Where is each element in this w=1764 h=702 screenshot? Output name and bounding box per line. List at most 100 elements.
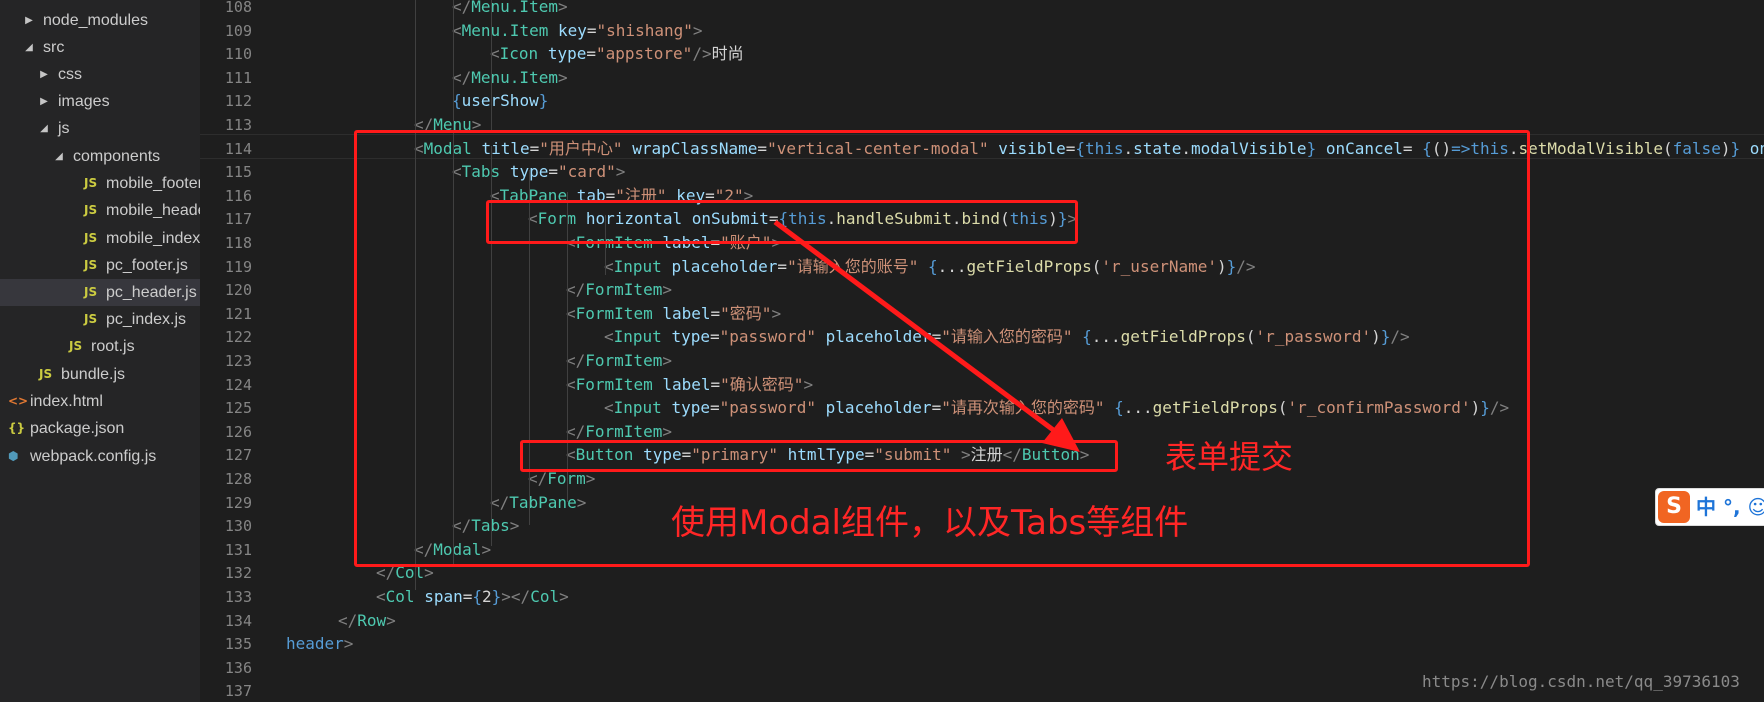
code-token: "shishang": [596, 20, 693, 40]
chevron-down-icon[interactable]: ◢: [38, 115, 50, 142]
js-file-icon: JS: [84, 258, 98, 272]
line-number: 114: [224, 139, 252, 158]
explorer-item[interactable]: ◢ components: [0, 143, 200, 170]
line-number: 137: [224, 682, 252, 701]
line-number: 110: [224, 45, 252, 64]
code-line[interactable]: {userShow}: [452, 89, 548, 113]
explorer-item-label: pc_index.js: [106, 311, 187, 328]
explorer-item[interactable]: {} package.json: [0, 415, 200, 442]
explorer-item-label: package.json: [30, 420, 125, 437]
code-token: Col: [530, 587, 560, 606]
chevron-right-icon[interactable]: ▶: [23, 7, 35, 34]
explorer-item[interactable]: JS pc_index.js: [0, 306, 200, 333]
chevron-right-icon[interactable]: ▶: [38, 61, 50, 88]
line-number: 135: [224, 635, 252, 654]
code-token: =: [586, 20, 597, 40]
explorer-item[interactable]: ▶ css: [0, 61, 200, 88]
line-number: 124: [224, 375, 252, 394]
chevron-right-icon[interactable]: ▶: [38, 88, 50, 115]
ime-status[interactable]: 中 °, ☺: [1696, 489, 1764, 525]
explorer-item-label: css: [58, 66, 82, 83]
explorer-item-label: images: [58, 93, 110, 110]
line-number: 120: [224, 281, 252, 300]
line-number: 122: [224, 328, 252, 347]
code-line[interactable]: header>: [286, 632, 353, 656]
code-token: Icon: [499, 44, 539, 64]
js-file-icon: JS: [84, 312, 98, 326]
code-token: <: [376, 587, 386, 606]
explorer-item[interactable]: ◢ js: [0, 115, 200, 142]
explorer-item[interactable]: ▶ node_modules: [0, 7, 200, 34]
code-token: />: [692, 44, 712, 64]
explorer-item[interactable]: ▶ images: [0, 88, 200, 115]
js-file-icon: JS: [84, 176, 98, 190]
explorer-item-label: index.html: [30, 393, 103, 410]
ime-toolbar[interactable]: S 中 °, ☺: [1655, 488, 1764, 526]
code-line[interactable]: </Row>: [338, 609, 396, 633]
line-number: 113: [224, 116, 252, 134]
code-token: >: [343, 634, 354, 654]
code-token: 2: [482, 587, 492, 606]
line-number: 123: [224, 352, 252, 370]
explorer-item-label: mobile_header.js: [106, 202, 200, 219]
line-number: 119: [224, 257, 252, 276]
explorer-item-label: js: [58, 120, 70, 137]
code-token: {: [472, 587, 482, 606]
line-number: 126: [224, 422, 252, 441]
code-token: }: [1730, 138, 1741, 158]
line-number: 134: [224, 611, 252, 630]
sogou-logo-icon: S: [1658, 491, 1690, 523]
code-token: }: [491, 587, 502, 606]
line-number: 108: [224, 0, 252, 16]
code-line[interactable]: </Menu.Item>: [452, 66, 568, 90]
line-number: 111: [224, 68, 252, 87]
line-number-gutter: 108 109 110 111 112 113 114 115 116 117 118 119 120 1…: [200, 0, 270, 702]
explorer-item-label: mobile_footer.js: [106, 175, 200, 192]
explorer-item-label: src: [43, 39, 65, 56]
code-line[interactable]: <Icon type="appstore"/>时尚: [490, 42, 744, 66]
explorer-item[interactable]: JS mobile_index.js: [0, 225, 200, 252]
code-token: span: [424, 587, 463, 606]
code-token: >: [557, 0, 568, 16]
explorer-item-label: components: [73, 148, 161, 165]
chevron-down-icon[interactable]: ◢: [23, 34, 35, 61]
code-token: header: [286, 634, 344, 654]
explorer-item-label: root.js: [91, 338, 135, 355]
code-token: userShow: [461, 91, 539, 111]
explorer-item[interactable]: JS mobile_footer.js: [0, 170, 200, 197]
line-number: 109: [224, 21, 252, 40]
explorer-item[interactable]: <> index.html: [0, 388, 200, 415]
code-token: type: [547, 44, 587, 64]
explorer-item[interactable]: JS pc_header.js: [0, 279, 200, 306]
code-token: false: [1672, 138, 1721, 158]
code-token: 时尚: [711, 44, 744, 64]
html-file-icon: <>: [8, 394, 29, 408]
code-line[interactable]: <Col span={2}></Col>: [376, 585, 569, 609]
button-highlight-box: [520, 440, 1118, 472]
code-line[interactable]: </Menu.Item>: [452, 0, 568, 19]
code-token: setModalVisible: [1518, 138, 1664, 158]
code-token: }: [538, 91, 549, 111]
code-token: </: [452, 67, 472, 87]
explorer-item[interactable]: ⬢ webpack.config.js: [0, 443, 200, 470]
code-token: Menu.Item: [461, 20, 549, 40]
code-line[interactable]: <Menu.Item key="shishang">: [452, 19, 703, 43]
line-number: 118: [224, 234, 252, 252]
chevron-down-icon[interactable]: ◢: [53, 143, 65, 170]
explorer-item[interactable]: ◢ src: [0, 34, 200, 61]
code-token: >: [557, 67, 568, 87]
line-number: 136: [224, 658, 252, 677]
code-token: Menu.Item: [471, 67, 558, 87]
explorer-item[interactable]: JS mobile_header.js: [0, 197, 200, 224]
code-token: >: [692, 20, 703, 40]
explorer-item[interactable]: JS pc_footer.js: [0, 252, 200, 279]
explorer-item-label: pc_footer.js: [106, 257, 188, 274]
watermark: https://blog.csdn.net/qq_39736103: [1422, 672, 1740, 691]
line-number: 115: [224, 163, 252, 182]
explorer-item[interactable]: JS root.js: [0, 333, 200, 360]
code-token: </: [338, 610, 358, 630]
explorer-item[interactable]: JS bundle.js: [0, 361, 200, 388]
code-token: onOk: [1749, 138, 1764, 158]
